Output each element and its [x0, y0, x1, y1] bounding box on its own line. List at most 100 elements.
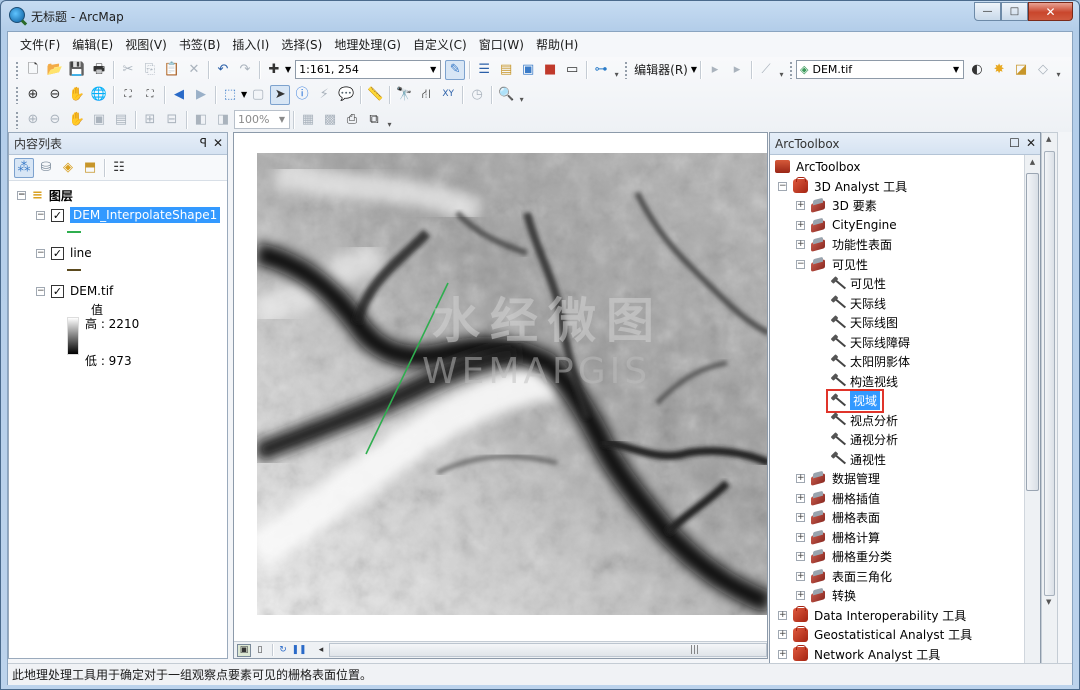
- viewshed-highlight-box[interactable]: 视域: [825, 388, 885, 413]
- tool-row[interactable]: 天际线障碍: [770, 333, 1025, 353]
- print-icon[interactable]: 🖶: [89, 60, 109, 80]
- layout-fixed-zoom-in-icon[interactable]: ⊞: [140, 110, 160, 130]
- focus-data-frame-icon[interactable]: ▩: [320, 110, 340, 130]
- tool-row-viewshed[interactable]: 视域: [770, 388, 1025, 413]
- expand-icon[interactable]: +: [796, 571, 805, 581]
- menu-customize[interactable]: 自定义(C): [407, 34, 473, 56]
- list-by-visibility-icon[interactable]: ◈: [58, 158, 78, 178]
- layout-fixed-zoom-out-icon[interactable]: ⊟: [162, 110, 182, 130]
- effects-layer-combo[interactable]: ◈ DEM.tif ▼: [796, 60, 965, 79]
- hyperlink-icon[interactable]: ⚡: [314, 85, 334, 105]
- menu-windows[interactable]: 窗口(W): [473, 34, 530, 56]
- menu-insert[interactable]: 插入(I): [226, 34, 275, 56]
- toolbar-more-icon[interactable]: ▾: [385, 111, 394, 129]
- layer-visibility-checkbox[interactable]: ✓: [51, 284, 64, 298]
- layout-zoom-in-icon[interactable]: ⊕: [23, 110, 43, 130]
- expand-icon[interactable]: +: [796, 513, 805, 523]
- time-slider-icon[interactable]: ◷: [467, 85, 487, 105]
- chevron-down-icon[interactable]: ▼: [425, 61, 440, 78]
- map-view[interactable]: 水经微图 WEMAPGIS ▣ ▯ ↻ ❚❚ ◂ |||: [233, 132, 768, 659]
- zoom-in-icon[interactable]: ⊕: [23, 85, 43, 105]
- add-data-dropdown-icon[interactable]: ▼: [285, 65, 291, 74]
- toolset-row[interactable]: + 转换: [770, 586, 1025, 606]
- layer-name[interactable]: line: [70, 246, 92, 260]
- toolbar-grip[interactable]: [624, 60, 629, 79]
- pin-icon[interactable]: ꟼ: [200, 136, 207, 150]
- find-icon[interactable]: 🔭: [394, 85, 414, 105]
- python-window-icon[interactable]: ▭: [562, 60, 582, 80]
- scrollbar-thumb[interactable]: [1026, 173, 1039, 491]
- tool-row[interactable]: 天际线图: [770, 313, 1025, 333]
- menu-selection[interactable]: 选择(S): [275, 34, 328, 56]
- scroll-down-icon[interactable]: ▼: [1046, 598, 1051, 606]
- chevron-down-icon[interactable]: ▼: [274, 111, 289, 128]
- dock-vertical-scrollbar[interactable]: ▲ ▼: [1041, 132, 1058, 685]
- zoom-whole-page-icon[interactable]: ▣: [89, 110, 109, 130]
- map-scale-combo[interactable]: 1:161, 254 ▼: [295, 60, 442, 79]
- tool-row[interactable]: 通视性: [770, 450, 1025, 470]
- edit-annotation-icon[interactable]: ▸: [727, 60, 747, 80]
- layout-view-icon[interactable]: ▯: [253, 644, 267, 657]
- collapse-icon[interactable]: −: [17, 190, 26, 200]
- toolset-row[interactable]: + CityEngine: [770, 216, 1025, 236]
- scroll-up-icon[interactable]: ▲: [1025, 155, 1040, 170]
- expand-icon[interactable]: +: [796, 532, 805, 542]
- toolset-visibility[interactable]: − 可见性: [770, 255, 1025, 275]
- select-elements-icon[interactable]: ➤: [270, 84, 291, 105]
- toc-window-icon[interactable]: ☰: [474, 60, 494, 80]
- menu-bookmarks[interactable]: 书签(B): [173, 34, 227, 56]
- expand-icon[interactable]: +: [796, 201, 805, 211]
- toolbar-grip[interactable]: [15, 110, 19, 129]
- toolset-row[interactable]: + 栅格重分类: [770, 547, 1025, 567]
- data-driven-pages-icon[interactable]: ⧉: [364, 110, 384, 130]
- brightness-icon[interactable]: ✸: [989, 60, 1009, 80]
- catalog-window-icon[interactable]: ▤: [496, 60, 516, 80]
- tool-row[interactable]: 可见性: [770, 274, 1025, 294]
- redo-icon[interactable]: ↷: [235, 60, 255, 80]
- expand-icon[interactable]: +: [796, 493, 805, 503]
- tool-row[interactable]: 视点分析: [770, 411, 1025, 431]
- collapse-icon[interactable]: −: [36, 286, 45, 296]
- toolbox-row[interactable]: + Network Analyst 工具: [770, 645, 1025, 665]
- editor-dropdown-icon[interactable]: ▼: [691, 65, 697, 74]
- layout-forward-icon[interactable]: ◨: [213, 110, 233, 130]
- cut-icon[interactable]: ✂: [118, 60, 138, 80]
- expand-icon[interactable]: +: [796, 474, 805, 484]
- maximize-button[interactable]: □: [1001, 2, 1028, 21]
- toolbar-more-icon[interactable]: ▾: [777, 61, 786, 79]
- toolbox-row[interactable]: + Geostatistical Analyst 工具: [770, 625, 1025, 645]
- menu-file[interactable]: 文件(F): [14, 34, 66, 56]
- scrollbar-thumb[interactable]: [1044, 151, 1055, 596]
- toolset-row[interactable]: + 表面三角化: [770, 567, 1025, 587]
- toolbar-grip[interactable]: [789, 60, 794, 79]
- toolbar-more-icon[interactable]: ▾: [1054, 61, 1063, 79]
- layer-group-row[interactable]: − ≡ 图层: [9, 185, 227, 205]
- expand-icon[interactable]: +: [778, 630, 787, 640]
- toolbar-grip[interactable]: [15, 85, 19, 104]
- toolset-row[interactable]: + 栅格插值: [770, 489, 1025, 509]
- fixed-zoom-in-icon[interactable]: ⛶: [118, 85, 138, 105]
- zoom-out-icon[interactable]: ⊖: [45, 85, 65, 105]
- identify-icon[interactable]: ⓘ: [292, 85, 312, 105]
- pan-icon[interactable]: ✋: [67, 85, 87, 105]
- expand-icon[interactable]: +: [796, 552, 805, 562]
- tool-row[interactable]: 通视分析: [770, 430, 1025, 450]
- magnifier-window-icon[interactable]: 🔍: [496, 85, 516, 105]
- paste-icon[interactable]: 📋: [162, 60, 182, 80]
- layer-visibility-checkbox[interactable]: ✓: [51, 208, 64, 222]
- arctoolbox-root[interactable]: ArcToolbox: [770, 157, 1025, 177]
- layout-zoom-combo[interactable]: 100% ▼: [234, 110, 290, 129]
- collapse-icon[interactable]: −: [36, 248, 45, 258]
- tool-row[interactable]: 构造视线: [770, 372, 1025, 392]
- close-button[interactable]: ✕: [1028, 2, 1073, 21]
- layer-symbol[interactable]: [9, 263, 227, 277]
- pause-drawing-icon[interactable]: ❚❚: [291, 644, 306, 657]
- back-extent-icon[interactable]: ◀: [169, 85, 189, 105]
- maximize-panel-icon[interactable]: ☐: [1009, 136, 1020, 150]
- layout-back-icon[interactable]: ◧: [191, 110, 211, 130]
- toolset-row[interactable]: + 栅格表面: [770, 508, 1025, 528]
- layer-row[interactable]: − ✓ line: [9, 243, 227, 263]
- delete-icon[interactable]: ✕: [184, 60, 204, 80]
- menu-edit[interactable]: 编辑(E): [66, 34, 119, 56]
- arctoolbox-icon[interactable]: ■: [540, 60, 560, 80]
